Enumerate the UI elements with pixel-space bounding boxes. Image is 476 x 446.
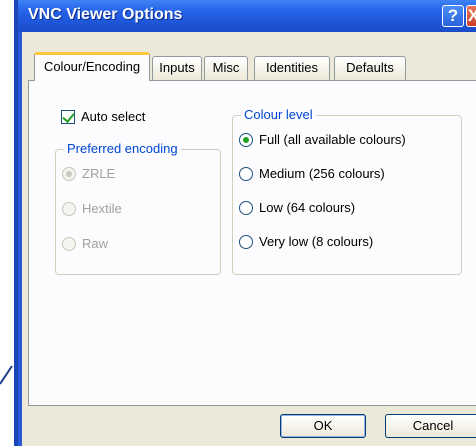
radio-zrle-label: ZRLE [82,166,116,181]
colour-encoding-panel: Auto select Preferred encoding ZRLE Hext… [28,80,476,406]
radio-button-icon [239,234,253,249]
preferred-encoding-legend: Preferred encoding [64,141,181,156]
close-icon: X [468,6,476,25]
tab-colour-encoding[interactable]: Colour/Encoding [34,52,150,81]
radio-colour-low-label: Low (64 colours) [259,200,356,215]
radio-colour-medium-label: Medium (256 colours) [259,166,385,181]
radio-button-icon [62,166,76,181]
tab-identities[interactable]: Identities [254,56,330,80]
title-bar[interactable]: VNC Viewer Options ? X [18,0,476,32]
auto-select-checkbox[interactable]: Auto select [61,109,145,124]
colour-level-group: Colour level Full (all available colours… [232,107,462,275]
auto-select-label: Auto select [81,109,146,124]
radio-colour-full[interactable]: Full (all available colours) [239,132,406,147]
preferred-encoding-group: Preferred encoding ZRLE Hextile Raw [55,141,221,275]
radio-raw[interactable]: Raw [62,236,108,251]
radio-button-icon [239,200,253,215]
ok-button[interactable]: OK [280,414,366,438]
radio-colour-full-label: Full (all available colours) [259,132,406,147]
tab-misc[interactable]: Misc [204,56,248,80]
radio-button-icon [62,236,76,251]
radio-zrle[interactable]: ZRLE [62,166,115,181]
colour-level-legend: Colour level [241,107,316,122]
tab-inputs[interactable]: Inputs [152,56,202,80]
radio-colour-very-low[interactable]: Very low (8 colours) [239,234,373,249]
radio-colour-low[interactable]: Low (64 colours) [239,200,355,215]
dialog-client-area: Colour/Encoding Inputs Misc Identities D… [22,32,476,446]
close-button[interactable]: X [466,5,476,27]
radio-button-icon [239,132,253,147]
radio-hextile[interactable]: Hextile [62,201,122,216]
checkbox-checked-icon [61,109,75,124]
radio-hextile-label: Hextile [82,201,122,216]
tab-defaults[interactable]: Defaults [334,56,406,80]
help-icon: ? [447,6,459,25]
radio-raw-label: Raw [82,236,109,251]
radio-button-icon [239,166,253,181]
window-title: VNC Viewer Options [28,6,183,23]
radio-button-icon [62,201,76,216]
help-button[interactable]: ? [442,5,464,27]
cancel-button[interactable]: Cancel [385,414,476,438]
radio-colour-medium[interactable]: Medium (256 colours) [239,166,385,181]
radio-colour-very-low-label: Very low (8 colours) [259,234,374,249]
vnc-options-dialog: VNC Viewer Options ? X Colour/Encoding I… [14,0,476,446]
